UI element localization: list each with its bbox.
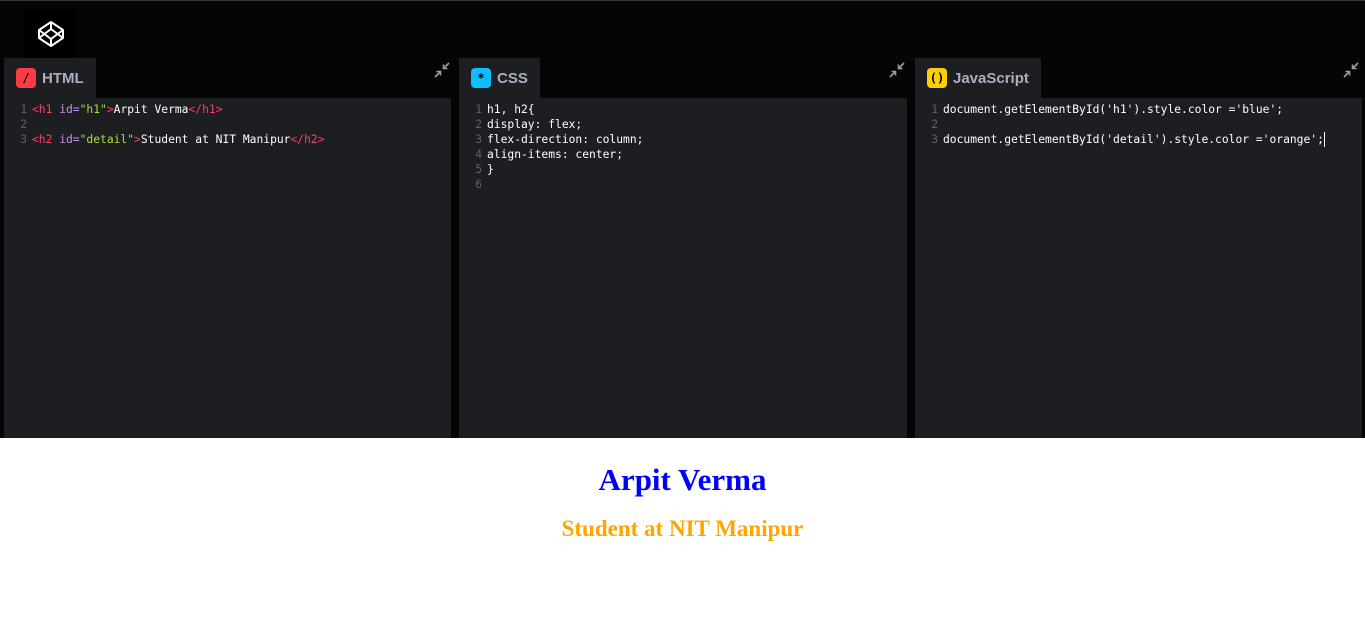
css-code[interactable]: 1 h1, h2{ 2 display: flex; 3 flex-direction… xyxy=(459,102,907,192)
preview-heading: Arpit Verma xyxy=(598,462,767,497)
codepen-logo-icon[interactable] xyxy=(24,9,77,59)
line-number: 3 xyxy=(931,133,938,146)
tab-css-label: CSS xyxy=(497,69,528,87)
code-line: 5} xyxy=(459,162,907,177)
line-number: 4 xyxy=(475,148,482,161)
code-attr: id= xyxy=(59,103,80,116)
code-string: "detail" xyxy=(79,133,135,146)
js-code[interactable]: 1 document.getElementById('h1').style.col… xyxy=(915,102,1362,147)
css-badge-icon: * xyxy=(471,68,491,88)
code-tag: <h2 xyxy=(32,133,60,146)
editors-area: / HTML 1 <h1 id= "h1" > Arpit Verma </h1> 2 … xyxy=(0,58,1365,438)
preview-pane: Arpit Verma Student at NIT Manipur xyxy=(0,438,1365,634)
code-text: align-items: center; xyxy=(487,148,624,161)
line-number: 1 xyxy=(475,103,482,116)
code-line: 3 <h2 id= "detail" > Student at NIT Manipur… xyxy=(4,132,451,147)
html-panel-header: / HTML xyxy=(4,58,451,98)
html-editor-panel: / HTML 1 <h1 id= "h1" > Arpit Verma </h1> 2 … xyxy=(4,58,451,438)
html-badge-icon: / xyxy=(16,68,36,88)
code-tag: </h1> xyxy=(188,103,223,116)
line-number: 1 xyxy=(931,103,938,116)
code-text: Student at NIT Manipur xyxy=(140,133,291,146)
line-number: 6 xyxy=(475,178,482,191)
code-text: flex-direction: column; xyxy=(487,133,644,146)
top-bar xyxy=(0,0,1365,59)
code-text: document.getElementById('detail').style.… xyxy=(943,132,1325,147)
code-tag: > xyxy=(134,133,141,146)
code-tag: > xyxy=(106,103,114,116)
code-line: 2 xyxy=(915,117,1362,132)
code-text: Arpit Verma xyxy=(113,103,189,116)
code-line: 4 align-items: center; xyxy=(459,147,907,162)
js-badge-icon: () xyxy=(927,68,947,88)
line-number: 1 xyxy=(20,103,27,116)
js-minimize-icon[interactable] xyxy=(1341,60,1361,80)
js-editor-panel: () JavaScript 1 document.getElementById('… xyxy=(915,58,1362,438)
line-number: 2 xyxy=(20,118,27,131)
tab-javascript-label: JavaScript xyxy=(953,69,1029,87)
code-string: "h1" xyxy=(79,103,107,116)
line-number: 3 xyxy=(475,133,482,146)
html-minimize-icon[interactable] xyxy=(432,60,452,80)
code-text: } xyxy=(487,163,494,176)
code-line: 3 document.getElementById('detail').style… xyxy=(915,132,1362,147)
css-minimize-icon[interactable] xyxy=(887,60,907,80)
code-attr: id= xyxy=(59,133,80,146)
js-panel-header: () JavaScript xyxy=(915,58,1362,98)
code-line: 3 flex-direction: column; xyxy=(459,132,907,147)
line-number: 3 xyxy=(20,133,27,146)
code-line: 2 xyxy=(4,117,451,132)
line-number: 2 xyxy=(475,118,482,131)
code-text: display: flex; xyxy=(487,118,583,131)
code-line: 6 xyxy=(459,177,907,192)
code-line: 1 document.getElementById('h1').style.col… xyxy=(915,102,1362,117)
css-panel-header: * CSS xyxy=(459,58,907,98)
line-number: 2 xyxy=(931,118,938,131)
code-tag: <h1 xyxy=(32,103,60,116)
tab-javascript[interactable]: () JavaScript xyxy=(915,58,1041,98)
tab-css[interactable]: * CSS xyxy=(459,58,540,98)
code-line: 2 display: flex; xyxy=(459,117,907,132)
html-code[interactable]: 1 <h1 id= "h1" > Arpit Verma </h1> 2 3 <h2 i… xyxy=(4,102,451,147)
css-editor-panel: * CSS 1 h1, h2{ 2 display: flex; 3 flex-dir… xyxy=(459,58,907,438)
line-number: 5 xyxy=(475,163,482,176)
code-text: document.getElementById('h1').style.colo… xyxy=(943,103,1284,116)
code-tag: </h2> xyxy=(290,133,325,146)
code-line: 1 h1, h2{ xyxy=(459,102,907,117)
tab-html[interactable]: / HTML xyxy=(4,58,96,98)
code-text: h1, h2{ xyxy=(487,103,535,116)
tab-html-label: HTML xyxy=(42,69,84,87)
preview-subheading: Student at NIT Manipur xyxy=(561,516,804,541)
code-line: 1 <h1 id= "h1" > Arpit Verma </h1> xyxy=(4,102,451,117)
